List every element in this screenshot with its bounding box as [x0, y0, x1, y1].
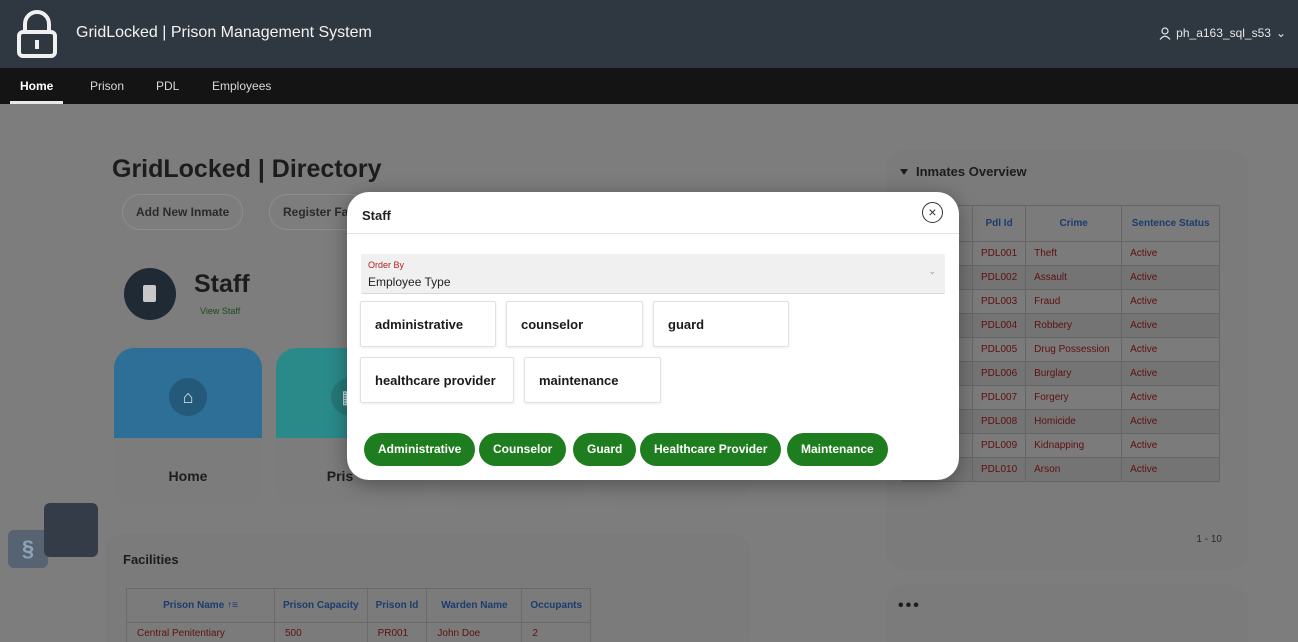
app-header: GridLocked | Prison Management System ph…: [0, 0, 1298, 68]
table-cell: PR001: [366, 622, 428, 642]
chip-healthcare-provider[interactable]: Healthcare Provider: [640, 433, 782, 466]
table-cell: Active: [1121, 409, 1221, 434]
collapse-triangle-icon: [900, 168, 908, 175]
column-header[interactable]: Sentence Status: [1121, 205, 1221, 242]
chip-guard[interactable]: Guard: [573, 433, 637, 466]
table-cell: Central Penitentiary: [126, 622, 275, 642]
table-cell: Drug Possession: [1025, 337, 1123, 362]
column-header[interactable]: Warden Name: [426, 588, 523, 623]
inmates-overview-title: Inmates Overview: [916, 164, 1027, 179]
table-cell: Robbery: [1025, 313, 1123, 338]
column-header[interactable]: Prison Id: [366, 588, 428, 623]
table-cell: PDL001: [971, 241, 1027, 266]
column-header[interactable]: Crime: [1025, 205, 1123, 242]
facilities-table: Prison Name ↑≡ Prison Capacity Prison Id…: [126, 588, 592, 642]
order-by-label: Order By: [368, 260, 405, 270]
tab-employees[interactable]: Employees: [202, 68, 281, 104]
table-cell: John Doe: [426, 622, 523, 642]
table-cell: Fraud: [1025, 289, 1123, 314]
table-cell: 2: [521, 622, 592, 642]
column-header[interactable]: Pdl Id: [971, 205, 1027, 242]
view-staff-link[interactable]: View Staff: [200, 306, 240, 316]
table-cell: Active: [1121, 433, 1221, 458]
chip-maintenance[interactable]: Maintenance: [787, 433, 888, 466]
home-card-label: Home: [168, 468, 208, 484]
table-cell: PDL009: [971, 433, 1027, 458]
table-row[interactable]: Central Penitentiary 500 PR001 John Doe …: [126, 622, 592, 642]
facilities-title: Facilities: [123, 552, 179, 567]
chevron-down-icon: ⌄: [928, 266, 936, 276]
app-title: GridLocked | Prison Management System: [76, 24, 372, 41]
home-icon: ⌂: [169, 378, 207, 416]
username-label: ph_a163_sql_s53: [1176, 26, 1271, 40]
home-card[interactable]: ⌂ Home: [114, 348, 262, 505]
table-cell: PDL003: [971, 289, 1027, 314]
type-card-maintenance[interactable]: maintenance: [524, 357, 661, 403]
order-by-select[interactable]: Order By Employee Type ⌄: [361, 254, 945, 294]
table-cell: PDL004: [971, 313, 1027, 338]
page-title: GridLocked | Directory: [112, 155, 382, 183]
table-cell: Burglary: [1025, 361, 1123, 386]
table-cell: Theft: [1025, 241, 1123, 266]
facilities-panel: Facilities Prison Name ↑≡ Prison Capacit…: [105, 534, 750, 642]
chip-counselor[interactable]: Counselor: [479, 433, 567, 466]
tab-home[interactable]: Home: [10, 68, 64, 104]
staff-dialog: Staff × Order By Employee Type ⌄ adminis…: [347, 192, 959, 480]
chip-administrative[interactable]: Administrative: [364, 433, 476, 466]
floating-action-button[interactable]: [44, 503, 98, 557]
table-cell: PDL008: [971, 409, 1027, 434]
user-icon: [1159, 26, 1171, 40]
type-card-counselor[interactable]: counselor: [506, 301, 643, 347]
table-cell: Arson: [1025, 457, 1123, 482]
divider: [347, 233, 959, 234]
inmates-overview-toggle[interactable]: Inmates Overview: [900, 164, 1027, 179]
close-icon[interactable]: ×: [922, 202, 943, 223]
second-panel: •••: [886, 585, 1248, 642]
staff-heading: Staff: [194, 270, 250, 298]
table-cell: 500: [274, 622, 368, 642]
tab-pdl[interactable]: PDL: [146, 68, 189, 104]
table-cell: PDL005: [971, 337, 1027, 362]
type-card-healthcare-provider[interactable]: healthcare provider: [360, 357, 514, 403]
type-card-administrative[interactable]: administrative: [360, 301, 496, 347]
table-cell: Active: [1121, 241, 1221, 266]
table-cell: Forgery: [1025, 385, 1123, 410]
table-cell: Active: [1121, 337, 1221, 362]
column-header[interactable]: Prison Name ↑≡: [126, 588, 275, 623]
column-header[interactable]: Prison Capacity: [274, 588, 368, 623]
lock-logo-icon: [17, 10, 57, 58]
table-cell: Assault: [1025, 265, 1123, 290]
table-cell: PDL002: [971, 265, 1027, 290]
column-header[interactable]: Occupants: [521, 588, 592, 623]
table-cell: Active: [1121, 313, 1221, 338]
table-cell: PDL006: [971, 361, 1027, 386]
staff-directory-icon: [124, 268, 176, 320]
more-icon[interactable]: •••: [898, 597, 921, 615]
table-cell: Active: [1121, 385, 1221, 410]
table-cell: Active: [1121, 265, 1221, 290]
table-cell: Active: [1121, 289, 1221, 314]
pagination-info: 1 - 10: [1196, 534, 1222, 545]
table-cell: Active: [1121, 361, 1221, 386]
table-cell: PDL010: [971, 457, 1027, 482]
chevron-down-icon: ⌄: [1275, 26, 1286, 40]
main-nav: Home Prison PDL Employees: [0, 68, 1298, 104]
dialog-title: Staff: [362, 208, 391, 223]
user-menu[interactable]: ph_a163_sql_s53 ⌄: [1159, 26, 1286, 40]
table-cell: Active: [1121, 457, 1221, 482]
table-cell: Kidnapping: [1025, 433, 1123, 458]
tab-prison[interactable]: Prison: [80, 68, 134, 104]
type-card-guard[interactable]: guard: [653, 301, 789, 347]
table-cell: PDL007: [971, 385, 1027, 410]
apex-dev-toolbar-icon[interactable]: §: [8, 530, 48, 568]
table-cell: Homicide: [1025, 409, 1123, 434]
order-by-value: Employee Type: [368, 275, 451, 289]
add-new-inmate-button[interactable]: Add New Inmate: [122, 194, 244, 230]
